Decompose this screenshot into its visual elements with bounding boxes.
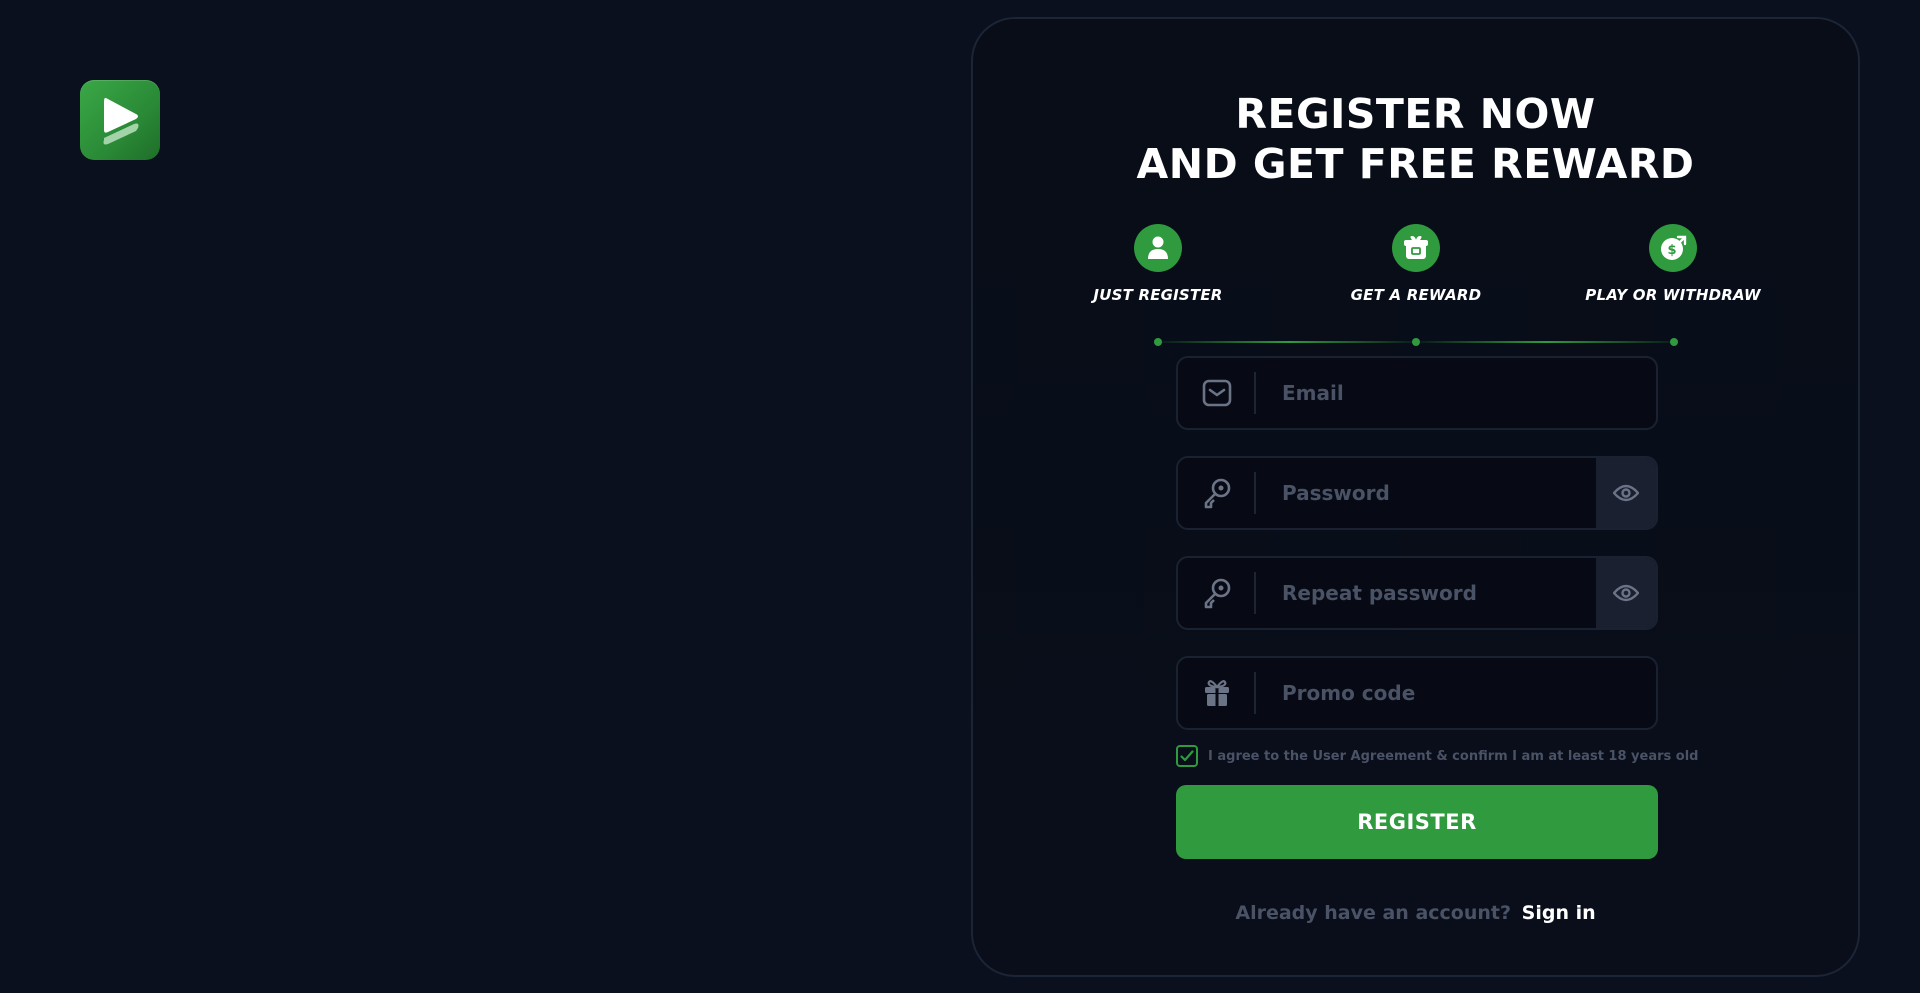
- email-input[interactable]: [1256, 358, 1656, 428]
- password-field: [1176, 456, 1658, 530]
- promo-code-input[interactable]: [1256, 658, 1656, 728]
- register-button[interactable]: REGISTER: [1176, 785, 1658, 859]
- step-dot: [1154, 338, 1162, 346]
- step-just-register: JUST REGISTER: [1038, 224, 1278, 304]
- play-logo-icon: [103, 97, 139, 145]
- step-progress-line: [1420, 341, 1674, 343]
- key-icon: [1178, 558, 1256, 628]
- eye-icon: [1613, 484, 1639, 502]
- email-field: [1176, 356, 1658, 430]
- step-label: JUST REGISTER: [1093, 286, 1223, 304]
- key-icon: [1178, 458, 1256, 528]
- mail-icon: [1178, 358, 1256, 428]
- agreement-text: I agree to the User Agreement & confirm …: [1208, 748, 1699, 764]
- register-panel: REGISTER NOW AND GET FREE REWARD JUST RE…: [971, 17, 1860, 977]
- signin-prompt-text: Already have an account?: [1235, 902, 1512, 924]
- money-bag-icon: $: [1649, 224, 1697, 272]
- agreement-checkbox[interactable]: [1176, 745, 1198, 767]
- page-title: REGISTER NOW AND GET FREE REWARD: [973, 89, 1858, 189]
- eye-icon: [1613, 584, 1639, 602]
- toggle-password-visibility-button[interactable]: [1596, 458, 1656, 528]
- step-label: PLAY OR WITHDRAW: [1585, 286, 1761, 304]
- agreement-row: I agree to the User Agreement & confirm …: [1176, 745, 1698, 767]
- step-progress-line: [1162, 341, 1416, 343]
- check-icon: [1180, 750, 1194, 762]
- headline-line-2: AND GET FREE REWARD: [1136, 140, 1695, 188]
- step-dot: [1670, 338, 1678, 346]
- repeat-password-input[interactable]: [1256, 558, 1596, 628]
- app-logo[interactable]: [80, 80, 160, 160]
- gift-icon: [1178, 658, 1256, 728]
- reward-steps: JUST REGISTER GET A REWARD $ PLAY OR WIT…: [973, 224, 1858, 346]
- step-label: GET A REWARD: [1350, 286, 1482, 304]
- step-get-reward: GET A REWARD: [1296, 224, 1536, 304]
- gift-box-icon: [1392, 224, 1440, 272]
- promo-code-field: [1176, 656, 1658, 730]
- toggle-repeat-password-visibility-button[interactable]: [1596, 558, 1656, 628]
- step-dot: [1412, 338, 1420, 346]
- signin-prompt: Already have an account? Sign in: [973, 902, 1858, 924]
- password-input[interactable]: [1256, 458, 1596, 528]
- user-icon: [1134, 224, 1182, 272]
- svg-text:$: $: [1667, 243, 1676, 258]
- step-play-or-withdraw: $ PLAY OR WITHDRAW: [1553, 224, 1793, 304]
- signin-link[interactable]: Sign in: [1522, 902, 1596, 924]
- repeat-password-field: [1176, 556, 1658, 630]
- headline-line-1: REGISTER NOW: [1235, 90, 1596, 138]
